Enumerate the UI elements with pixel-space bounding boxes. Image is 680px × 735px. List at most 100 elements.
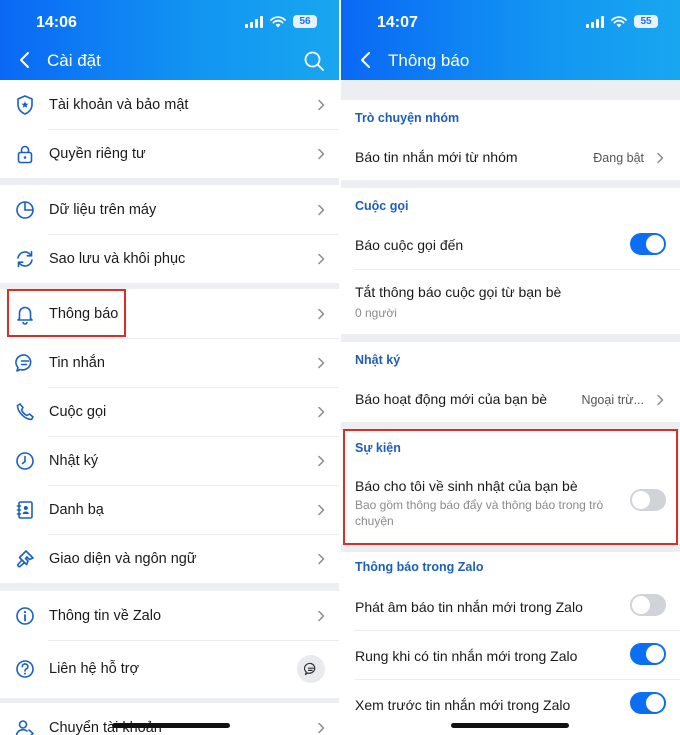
support-chat-button[interactable]	[297, 655, 325, 683]
item-value: Đang bật	[593, 151, 644, 165]
chevron-right-icon	[318, 357, 325, 369]
settings-item-switch-account[interactable]: Chuyển tài khoản	[0, 703, 339, 735]
settings-group-account: Tài khoản và bảo mật Quyền riêng tư	[0, 80, 339, 178]
settings-group-switch: Chuyển tài khoản	[0, 703, 339, 735]
item-subtext: 0 người	[355, 306, 397, 320]
chevron-right-icon	[318, 504, 325, 516]
divider	[355, 679, 680, 680]
settings-item-label: Quyền riêng tư	[49, 145, 146, 162]
help-icon	[16, 660, 34, 678]
chevron-right-icon	[318, 308, 325, 320]
settings-item-appearance-language[interactable]: Giao diện và ngôn ngữ	[0, 534, 339, 583]
birthday-notify-toggle[interactable]	[630, 489, 666, 511]
settings-group-features: Thông báo Tin nhắn Cuộc gọi Nhật ký Danh…	[0, 289, 339, 583]
settings-item-label: Dữ liệu trên máy	[49, 201, 157, 218]
settings-item-label: Thông báo	[49, 305, 119, 322]
phone-icon	[16, 403, 34, 421]
shield-icon	[17, 95, 33, 115]
page-title: Cài đặt	[47, 51, 101, 70]
signal-icon	[586, 15, 604, 28]
chevron-right-icon	[318, 204, 325, 216]
chevron-right-icon	[657, 394, 664, 406]
chevron-right-icon	[318, 722, 325, 734]
settings-header: 14:06 56 Cài đặt	[0, 0, 339, 80]
settings-item-messages[interactable]: Tin nhắn	[0, 338, 339, 387]
message-preview-toggle[interactable]	[630, 692, 666, 714]
settings-item-diary[interactable]: Nhật ký	[0, 436, 339, 485]
notifications-header: 14:07 55 Thông báo	[341, 0, 680, 80]
chevron-right-icon	[318, 99, 325, 111]
message-sound-toggle[interactable]	[630, 594, 666, 616]
chevron-right-icon	[318, 148, 325, 160]
settings-item-label: Thông tin về Zalo	[49, 607, 162, 624]
info-icon	[16, 607, 34, 625]
item-label: Rung khi có tin nhắn mới trong Zalo	[355, 648, 578, 664]
bell-icon	[17, 306, 33, 325]
section-title: Nhật ký	[355, 353, 401, 367]
settings-item-label: Tin nhắn	[49, 354, 105, 371]
status-time: 14:07	[377, 14, 418, 31]
incoming-call-toggle[interactable]	[630, 233, 666, 255]
battery-icon: 56	[293, 15, 317, 28]
home-indicator	[112, 723, 230, 728]
settings-item-label: Nhật ký	[49, 452, 99, 469]
status-icons: 55	[586, 15, 658, 28]
chevron-right-icon	[318, 253, 325, 265]
search-icon[interactable]	[303, 50, 325, 72]
friend-activity-row[interactable]: Báo hoạt động mới của bạn bè Ngoại trừ..…	[341, 377, 680, 422]
lock-icon	[17, 145, 33, 164]
wifi-icon	[270, 15, 286, 27]
settings-item-label: Giao diện và ngôn ngữ	[49, 550, 197, 567]
settings-group-about: Thông tin về Zalo Liên hệ hỗ trợ	[0, 591, 339, 698]
back-icon[interactable]	[359, 51, 373, 69]
switch-account-icon	[15, 720, 34, 735]
settings-item-label: Danh bạ	[49, 501, 104, 518]
vibrate-toggle[interactable]	[630, 643, 666, 665]
section-title: Thông báo trong Zalo	[355, 560, 484, 574]
section-title: Trò chuyện nhóm	[355, 111, 460, 125]
item-subtext: Bao gồm thông báo đẩy và thông báo trong…	[355, 498, 604, 528]
section-events: Sự kiện Báo cho tôi về sinh nhật của bạn…	[341, 430, 680, 544]
settings-item-about-zalo[interactable]: Thông tin về Zalo	[0, 591, 339, 640]
settings-screen: 14:06 56 Cài đặt Tài khoản và bảo mật Qu…	[0, 0, 339, 735]
battery-icon: 55	[634, 15, 658, 28]
settings-item-contacts[interactable]: Danh bạ	[0, 485, 339, 534]
section-group-chat: Trò chuyện nhóm Báo tin nhắn mới từ nhóm…	[341, 100, 680, 180]
back-icon[interactable]	[18, 51, 32, 69]
chevron-right-icon	[318, 455, 325, 467]
page-title: Thông báo	[388, 51, 470, 70]
settings-item-label: Sao lưu và khôi phục	[49, 250, 186, 267]
item-label: Xem trước tin nhắn mới trong Zalo	[355, 697, 571, 713]
notifications-screen: 14:07 55 Thông báo Trò chuyện nhóm Báo t…	[341, 0, 680, 735]
wifi-icon	[611, 15, 627, 27]
chevron-right-icon	[318, 610, 325, 622]
settings-item-label: Liên hệ hỗ trợ	[49, 661, 140, 677]
settings-item-calls[interactable]: Cuộc gọi	[0, 387, 339, 436]
settings-item-label: Tài khoản và bảo mật	[49, 96, 189, 113]
signal-icon	[245, 15, 263, 28]
item-label: Phát âm báo tin nhắn mới trong Zalo	[355, 599, 583, 615]
pie-chart-icon	[16, 201, 34, 219]
settings-item-account-security[interactable]: Tài khoản và bảo mật	[0, 80, 339, 129]
status-time: 14:06	[36, 14, 77, 31]
mute-friend-calls-row[interactable]: Tắt thông báo cuộc gọi từ bạn bè 0 người	[341, 270, 680, 334]
settings-item-notifications[interactable]: Thông báo	[0, 289, 339, 338]
chevron-right-icon	[318, 553, 325, 565]
settings-item-privacy[interactable]: Quyền riêng tư	[0, 129, 339, 178]
settings-item-backup-restore[interactable]: Sao lưu và khôi phục	[0, 234, 339, 283]
group-message-notify-row[interactable]: Báo tin nhắn mới từ nhóm Đang bật	[341, 135, 680, 180]
settings-item-contact-support[interactable]: Liên hệ hỗ trợ	[0, 640, 339, 698]
chat-bubble-icon	[304, 662, 316, 676]
chevron-right-icon	[657, 152, 664, 164]
message-icon	[15, 354, 32, 372]
item-label: Báo cuộc gọi đến	[355, 237, 464, 253]
settings-group-data: Dữ liệu trên máy Sao lưu và khôi phục	[0, 185, 339, 283]
section-title: Cuộc gọi	[355, 199, 409, 213]
home-indicator	[451, 723, 569, 728]
item-label: Tắt thông báo cuộc gọi từ bạn bè	[355, 284, 562, 300]
chevron-right-icon	[318, 406, 325, 418]
settings-item-device-data[interactable]: Dữ liệu trên máy	[0, 185, 339, 234]
item-label: Báo cho tôi về sinh nhật của bạn bè	[355, 478, 578, 494]
settings-item-label: Cuộc gọi	[49, 403, 107, 420]
divider	[355, 630, 680, 631]
